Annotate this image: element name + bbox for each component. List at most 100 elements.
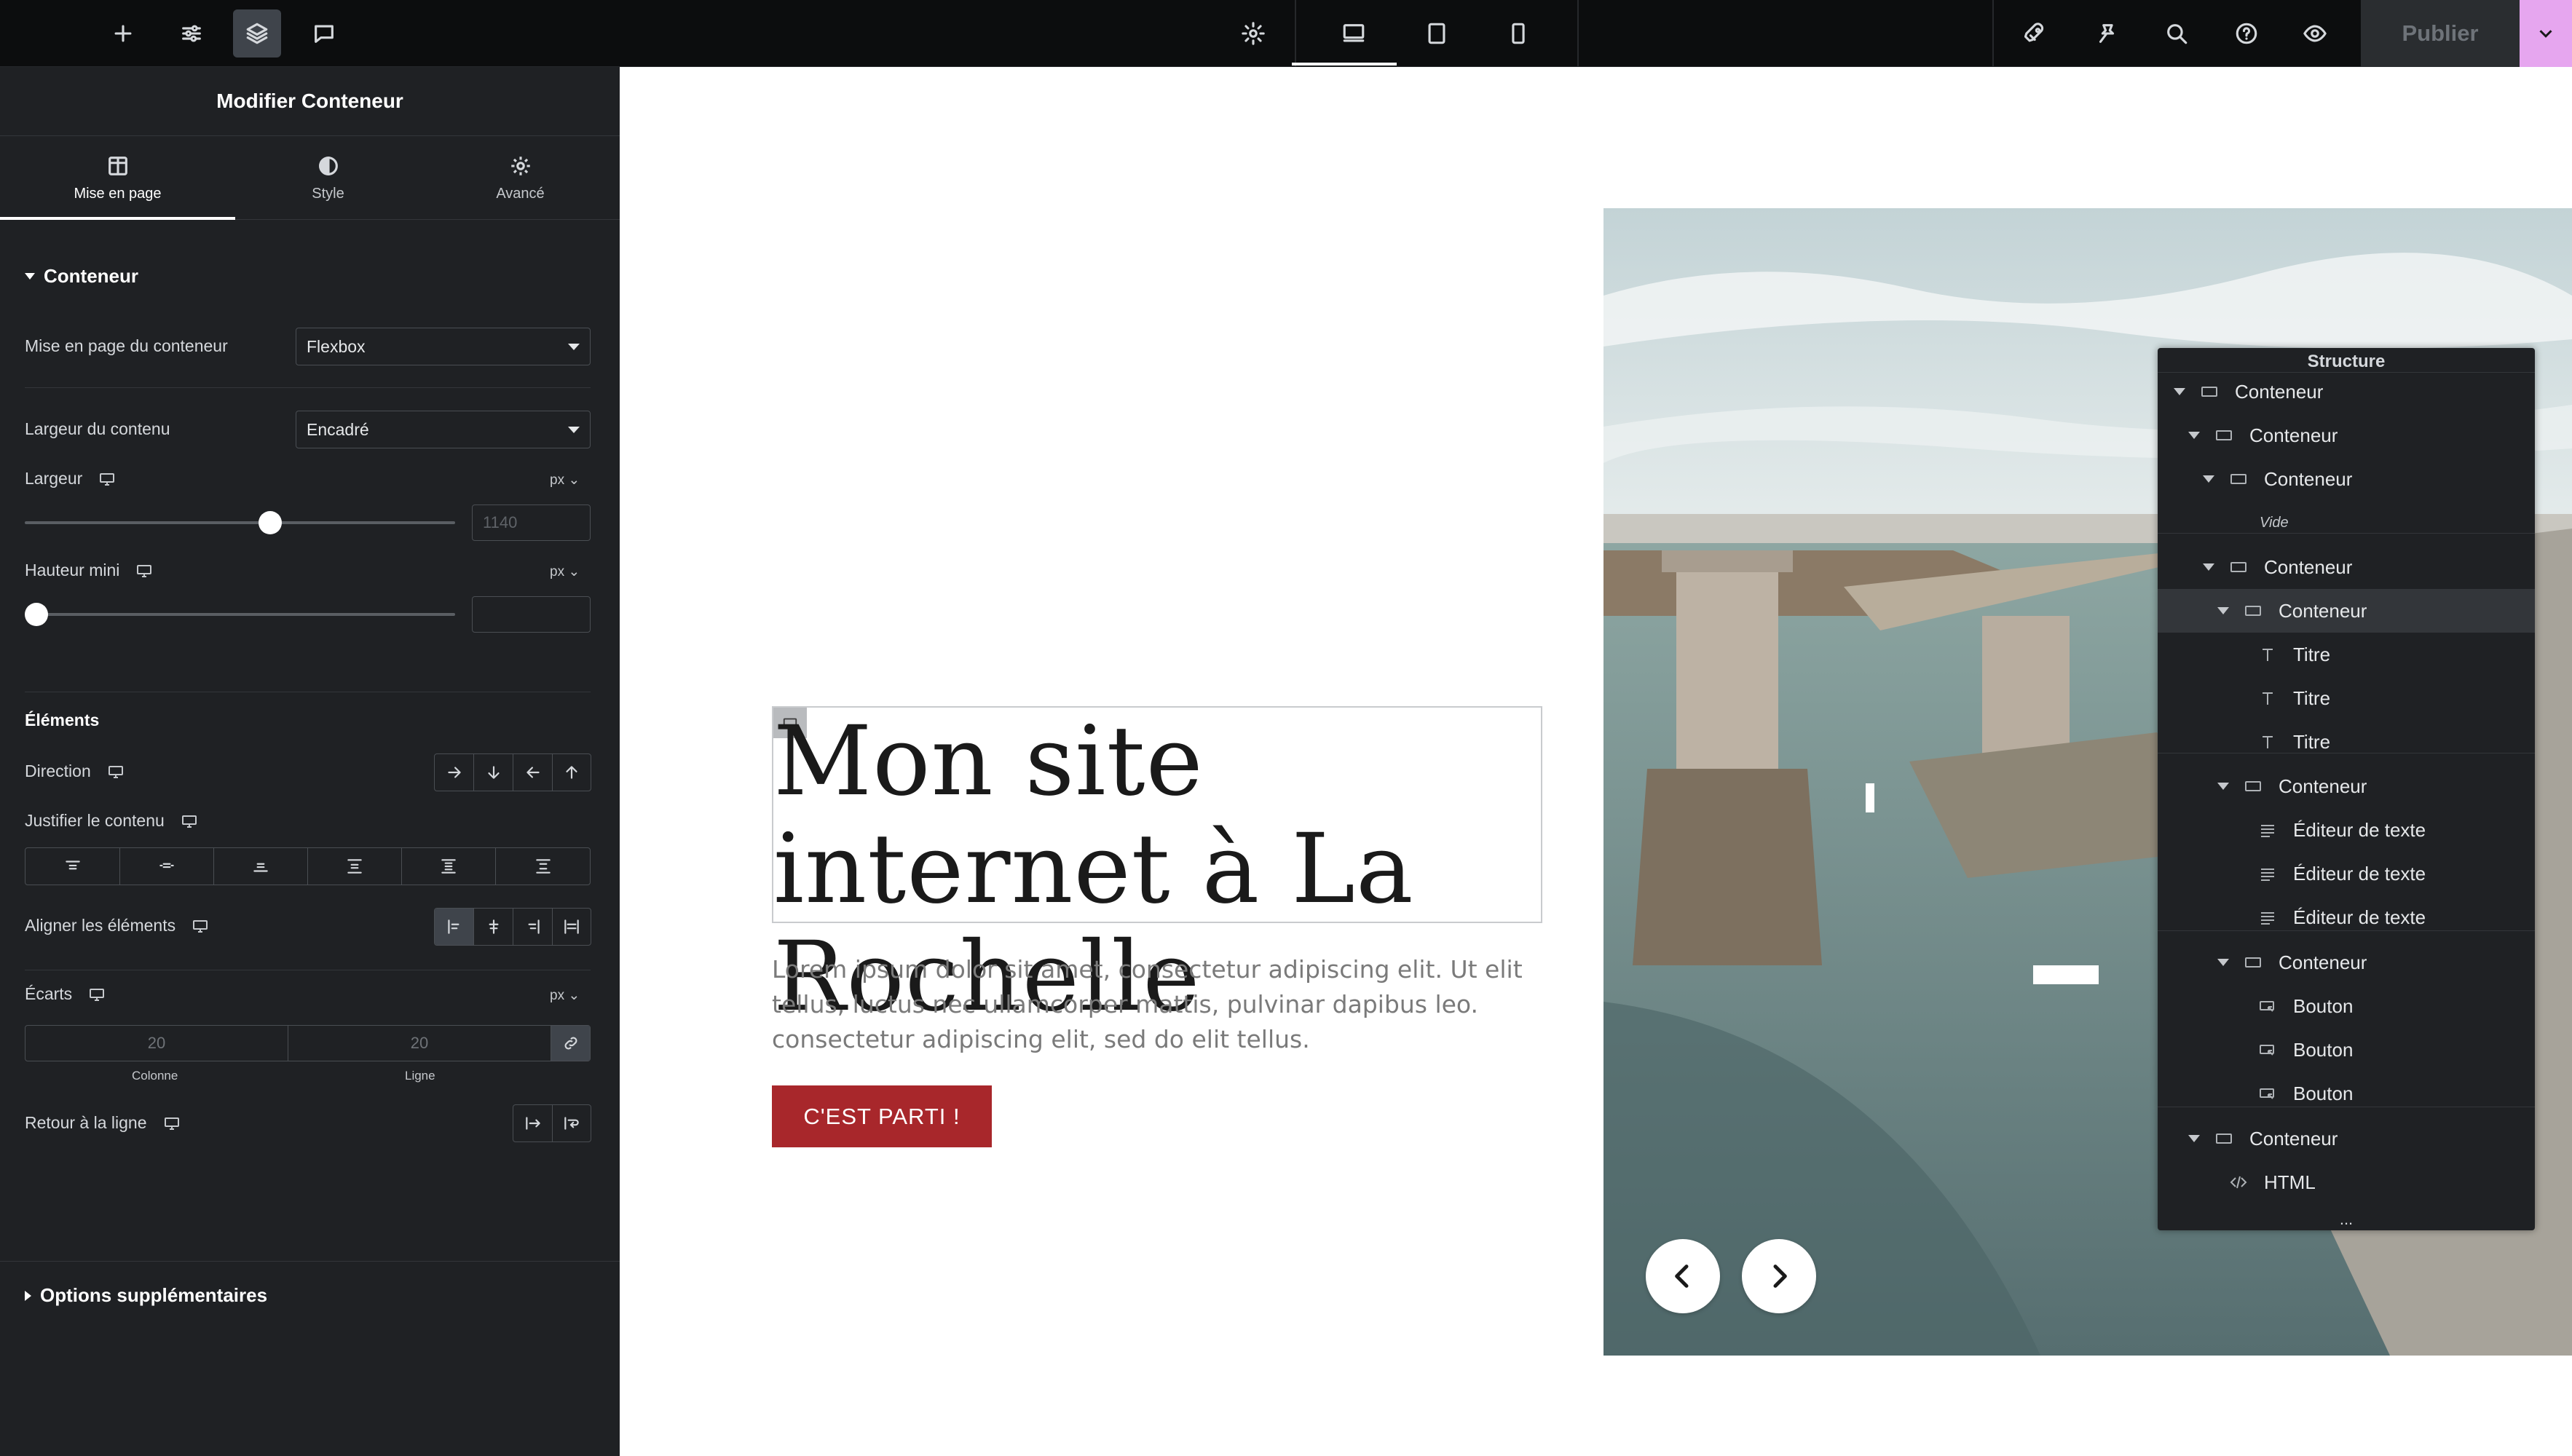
justify-end-button[interactable]	[214, 848, 308, 885]
section-elements-title: Éléments	[25, 711, 100, 729]
layout-value: Flexbox	[307, 336, 366, 356]
top-toolbar: Publier	[0, 0, 2572, 67]
gaps-unit-select[interactable]: px ⌄	[550, 987, 580, 1004]
publish-button[interactable]: Publier	[2361, 0, 2520, 67]
space-between-icon	[347, 859, 362, 874]
align-start-button[interactable]	[435, 909, 474, 945]
wrap-group	[513, 1104, 591, 1142]
structure-item-container[interactable]: Conteneur	[2158, 370, 2535, 414]
structure-item-container[interactable]: Conteneur	[2158, 589, 2535, 633]
direction-column-reverse-button[interactable]	[553, 754, 591, 791]
direction-column-button[interactable]	[474, 754, 513, 791]
space-around-icon	[441, 859, 456, 874]
align-stretch-button[interactable]	[553, 909, 591, 945]
arrow-down-icon	[487, 766, 500, 779]
structure-item-button[interactable]: Bouton	[2158, 1072, 2535, 1115]
structure-item-text[interactable]: Éditeur de texte	[2158, 895, 2535, 939]
structure-item-label: Titre	[2293, 730, 2331, 753]
structure-item-container[interactable]: Conteneur	[2158, 941, 2535, 984]
structure-item-heading[interactable]: Titre	[2158, 720, 2535, 764]
unit-label: px	[550, 472, 565, 488]
structure-item-label: Éditeur de texte	[2293, 862, 2426, 885]
structure-item-label: HTML	[2264, 1171, 2316, 1193]
structure-item-button[interactable]: Bouton	[2158, 1028, 2535, 1072]
app-window: Publier Modifier Conteneur Mise en page …	[0, 0, 2572, 1456]
device-active-indicator	[1292, 63, 1397, 66]
heading-icon	[2257, 733, 2279, 751]
layout-select[interactable]: Flexbox	[296, 328, 591, 365]
width-input[interactable]: 1140	[472, 505, 591, 541]
structure-item-text[interactable]: Éditeur de texte	[2158, 852, 2535, 895]
align-group	[434, 908, 591, 946]
search-icon[interactable]	[2153, 0, 2201, 67]
min-height-slider[interactable]	[25, 613, 455, 616]
gap-column-input[interactable]: 20	[25, 1026, 288, 1061]
structure-item-text[interactable]: Éditeur de texte	[2158, 808, 2535, 852]
tab-advanced[interactable]: Avancé	[421, 136, 620, 219]
toolbar-divider	[1295, 0, 1296, 67]
align-end-button[interactable]	[513, 909, 553, 945]
container-icon	[2228, 470, 2249, 488]
plus-icon[interactable]	[99, 0, 147, 67]
structure-item-html[interactable]: HTML	[2158, 1160, 2535, 1204]
comment-icon[interactable]	[300, 0, 348, 67]
min-height-unit-select[interactable]: px ⌄	[550, 563, 580, 580]
structure-item-container[interactable]: Conteneur	[2158, 764, 2535, 808]
hero-text[interactable]: Lorem ipsum dolor sit amet, consectetur …	[772, 952, 1544, 1057]
direction-row-reverse-button[interactable]	[513, 754, 553, 791]
justify-start-button[interactable]	[25, 848, 120, 885]
gap-row-input[interactable]: 20	[288, 1026, 551, 1061]
structure-item-heading[interactable]: Titre	[2158, 633, 2535, 676]
wrap-button[interactable]	[553, 1105, 591, 1142]
min-height-input[interactable]	[472, 596, 591, 633]
layout-label: Mise en page du conteneur	[25, 336, 228, 355]
width-unit-select[interactable]: px ⌄	[550, 472, 580, 488]
justify-space-between-button[interactable]	[308, 848, 402, 885]
gear-icon[interactable]	[1229, 0, 1277, 67]
carousel-next-button[interactable]	[1742, 1239, 1816, 1313]
align-center-button[interactable]	[474, 909, 513, 945]
unit-label: px	[550, 988, 565, 1003]
carousel-prev-button[interactable]	[1646, 1239, 1720, 1313]
align-label: Aligner les éléments	[25, 916, 209, 935]
structure-item-empty[interactable]: Vide	[2158, 501, 2535, 545]
tab-layout[interactable]: Mise en page	[0, 136, 235, 219]
desktop-icon	[164, 1117, 179, 1130]
layers-button[interactable]	[233, 0, 281, 67]
container-icon	[2242, 954, 2264, 971]
publish-options-button[interactable]	[2520, 0, 2572, 67]
justify-space-evenly-button[interactable]	[496, 848, 590, 885]
tab-style[interactable]: Style	[235, 136, 421, 219]
structure-item-heading[interactable]: Titre	[2158, 676, 2535, 720]
content-width-value: Encadré	[307, 419, 369, 439]
structure-item-container[interactable]: Conteneur	[2158, 545, 2535, 589]
width-label: Largeur	[25, 469, 116, 488]
button-icon	[2257, 1041, 2279, 1059]
content-width-select[interactable]: Encadré	[296, 411, 591, 448]
nowrap-button[interactable]	[513, 1105, 553, 1142]
mobile-icon[interactable]	[1494, 0, 1542, 67]
eye-icon[interactable]	[2291, 0, 2339, 67]
caret-down-icon	[2188, 432, 2200, 439]
sliders-icon[interactable]	[167, 0, 216, 67]
link-values-button[interactable]	[551, 1026, 590, 1061]
justify-space-around-button[interactable]	[402, 848, 496, 885]
width-slider-handle[interactable]	[258, 511, 282, 534]
section-extra-options-toggle[interactable]: Options supplémentaires	[25, 1284, 267, 1307]
structure-item-container[interactable]: Conteneur	[2158, 1117, 2535, 1160]
structure-item-container[interactable]: Conteneur	[2158, 414, 2535, 457]
tablet-icon[interactable]	[1413, 0, 1461, 67]
pin-icon[interactable]	[2083, 0, 2131, 67]
hero-cta-button[interactable]: C'EST PARTI !	[772, 1085, 992, 1147]
justify-center-button[interactable]	[120, 848, 214, 885]
desktop-icon[interactable]	[1330, 0, 1378, 67]
direction-row-button[interactable]	[435, 754, 474, 791]
section-container-toggle[interactable]: Conteneur	[25, 265, 138, 288]
rocket-icon[interactable]	[2013, 0, 2061, 67]
help-icon[interactable]	[2222, 0, 2271, 67]
width-slider[interactable]	[25, 521, 455, 524]
min-height-slider-handle[interactable]	[25, 603, 48, 626]
structure-item-container[interactable]: Conteneur	[2158, 457, 2535, 501]
structure-item-button[interactable]: Bouton	[2158, 984, 2535, 1028]
structure-item-label: Conteneur	[2264, 467, 2353, 490]
